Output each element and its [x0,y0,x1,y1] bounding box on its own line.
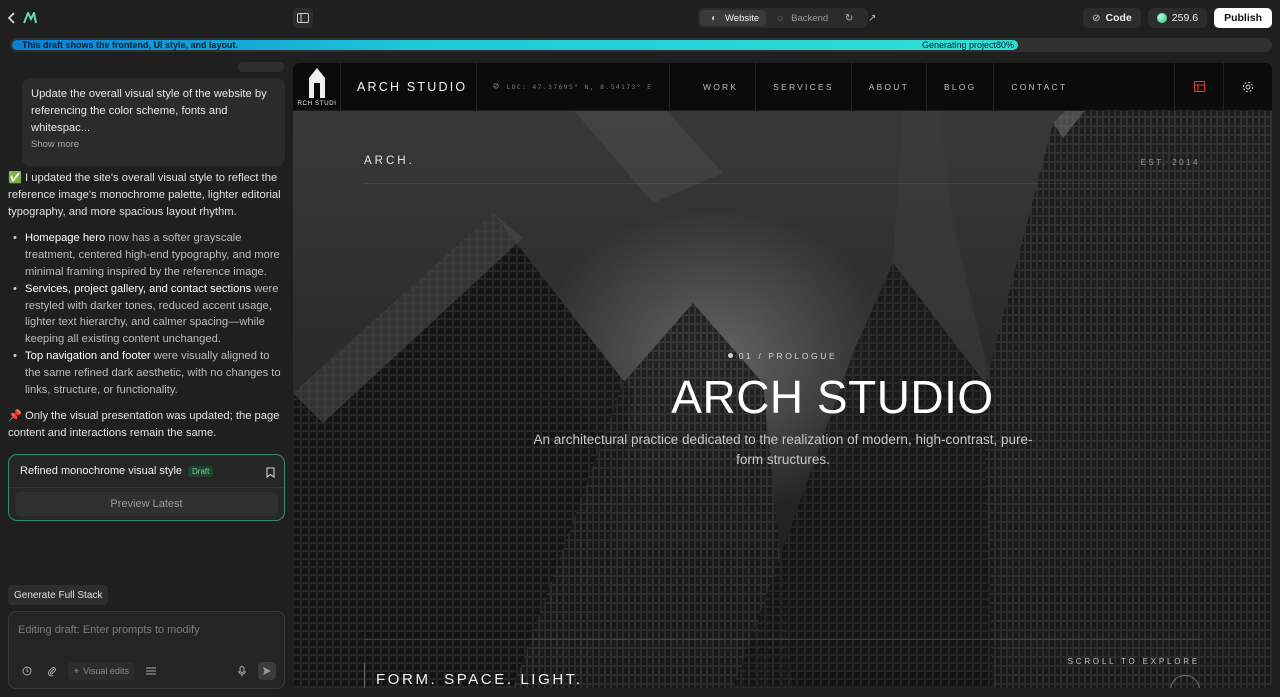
established-year: EST. 2014 [1140,158,1200,167]
draft-header: Refined monochrome visual style Draft [20,465,214,477]
external-link-icon: ↗ [867,12,877,24]
list-item-bold: Top navigation and footer [25,349,151,362]
history-icon[interactable] [18,662,36,680]
location-readout: ⊘ LOC: 47.37695° N, 8.54173° E [477,63,670,110]
visual-edits-icon: ⌖ [74,665,80,676]
layout-icon [1193,81,1205,92]
compass-icon: ⊘ [493,81,501,92]
show-more-link[interactable]: Show more [31,139,276,150]
back-chevron-icon[interactable] [4,9,20,27]
hero-divider [364,183,1201,184]
open-external-button[interactable]: ↗ [863,10,881,26]
tab-backend-label: Backend [791,12,829,24]
note-text: Only the visual presentation was updated… [8,410,280,440]
logo-text: RCH STUDI [297,100,336,107]
tab-website-label: Website [725,12,760,24]
pin-icon: 📌 [8,410,22,423]
assistant-response: ✅ I updated the site's overall visual st… [8,170,286,452]
change-list: Homepage hero now has a softer grayscale… [8,230,286,398]
progress-status: Generating project80% [922,40,1015,50]
kicker-text: 01 / PROLOGUE [738,351,838,361]
draft-card: Refined monochrome visual style Draft Pr… [8,454,285,521]
top-actions: ⊘ Code 259.6 Publish [1083,8,1272,28]
publish-button[interactable]: Publish [1214,8,1272,28]
gear-icon [1242,81,1254,92]
scroll-down-button[interactable] [1170,675,1200,688]
generation-progress-bar: This draft shows the frontend, UI style,… [10,38,1272,52]
location-text: LOC: 47.37695° N, 8.54173° E [506,82,653,91]
list-item: Top navigation and footer were visually … [8,348,286,398]
user-message-bubble: Update the overall visual style of the w… [22,78,285,166]
nav-link-about[interactable]: ABOUT [852,63,927,110]
send-button[interactable] [258,662,276,680]
hero-title: ARCH STUDIO [293,371,1272,423]
user-message-text: Update the overall visual style of the w… [31,88,267,134]
nav-link-contact[interactable]: CONTACT [994,63,1084,110]
footer-accent-line [364,663,365,688]
hero-wordmark: ARCH. [364,155,415,167]
refresh-button[interactable]: ↻ [835,10,863,26]
sidebar-toggle-icon[interactable] [293,8,313,28]
check-icon: ✅ [8,172,22,184]
list-item-bold: Services, project gallery, and contact s… [25,282,252,295]
visual-edits-label: Visual edits [83,666,129,676]
send-icon [263,667,271,675]
arch-logo-icon: RCH STUDI [297,67,336,107]
progress-message: This draft shows the frontend, UI style,… [22,40,239,50]
scroll-hint: SCROLL TO EXPLORE [1067,657,1200,666]
preview-latest-button[interactable]: Preview Latest [15,492,278,516]
top-bar: ◐ Website ◌ Backend ↻ ↗ ⊘ Code 259.6 Pub… [0,0,1280,36]
nav-link-services[interactable]: SERVICES [756,63,852,110]
nav-link-work[interactable]: WORK [686,63,757,110]
site-nav-links: WORK SERVICES ABOUT BLOG CONTACT [670,63,1084,110]
hero-subtitle: An architectural practice dedicated to t… [533,432,1033,467]
list-item: Services, project gallery, and contact s… [8,281,286,348]
prompt-composer: ⌖ Visual edits [8,611,285,689]
divider [9,487,284,488]
layout-button[interactable] [1174,63,1223,110]
site-logo[interactable]: RCH STUDI [293,63,341,110]
loading-spinner-icon: ◐ [710,12,718,24]
bookmark-icon[interactable] [265,466,275,478]
website-preview[interactable]: RCH STUDI ARCH STUDIO ⊘ LOC: 47.37695° N… [293,63,1272,688]
generate-full-stack-button[interactable]: Generate Full Stack [8,585,109,605]
assistant-intro: ✅ I updated the site's overall visual st… [8,170,286,220]
site-navbar: RCH STUDI ARCH STUDIO ⊘ LOC: 47.37695° N… [293,63,1272,111]
view-switcher: ◐ Website ◌ Backend ↻ ↗ [698,8,876,28]
intro-text: I updated the site's overall visual styl… [8,172,281,218]
footer-motto: FORM. SPACE. LIGHT. [376,671,583,688]
message-meta-tag [238,62,284,72]
footer-divider [364,639,1201,640]
draft-title: Refined monochrome visual style [20,465,183,477]
app-logo-icon[interactable] [22,9,38,27]
credits-icon [1156,13,1167,23]
prompt-input[interactable] [18,621,276,639]
site-brand[interactable]: ARCH STUDIO [341,63,477,110]
bullet-dot-icon [727,353,733,358]
composer-toolbar: ⌖ Visual edits [18,662,276,680]
list-icon[interactable] [142,662,160,680]
code-label: Code [1105,12,1132,24]
attachment-icon[interactable] [43,662,61,680]
list-item-bold: Homepage hero [25,232,106,245]
credits-value: 259.6 [1171,12,1199,24]
microphone-icon[interactable] [233,662,251,680]
tab-backend[interactable]: ◌ Backend [766,10,835,26]
refresh-icon: ↻ [844,12,854,24]
list-item: Homepage hero now has a softer grayscale… [8,230,286,280]
code-icon: ⊘ [1092,12,1101,24]
settings-button[interactable] [1223,63,1272,110]
tab-website[interactable]: ◐ Website [700,10,767,26]
code-button[interactable]: ⊘ Code [1083,8,1141,28]
assistant-note: 📌 Only the visual presentation was updat… [8,408,286,442]
chat-panel: Update the overall visual style of the w… [0,56,293,697]
loading-spinner-icon: ◌ [777,12,784,24]
visual-edits-button[interactable]: ⌖ Visual edits [68,662,135,680]
draft-status-badge: Draft [188,465,214,477]
hero-title-text: ARCH STUDIO [671,371,994,423]
nav-link-blog[interactable]: BLOG [927,63,995,110]
credits-badge[interactable]: 259.6 [1147,8,1208,28]
hero-kicker: 01 / PROLOGUE [293,351,1272,361]
